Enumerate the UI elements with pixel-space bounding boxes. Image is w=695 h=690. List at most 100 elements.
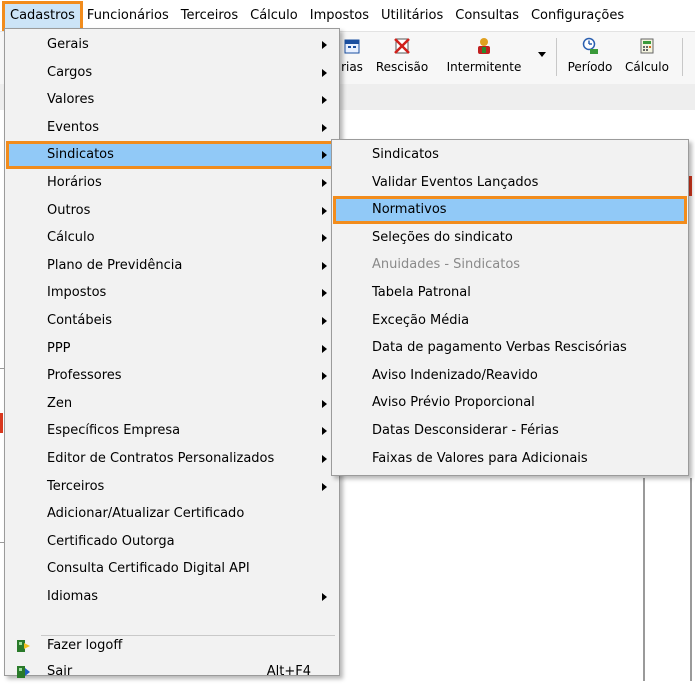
chevron-right-icon (322, 41, 327, 49)
menu-item-label: Editor de Contratos Personalizados (47, 451, 275, 466)
toolbar-separator (682, 38, 683, 76)
submenu-item-label: Aviso Prévio Proporcional (372, 395, 535, 411)
menu-item-valores[interactable]: Valores (7, 87, 337, 113)
submenu-item-datas-desconsiderar-ferias[interactable]: Datas Desconsiderar - Férias (334, 418, 686, 444)
menu-impostos[interactable]: Impostos (304, 3, 375, 29)
submenu-item-label: Validar Eventos Lançados (372, 174, 539, 190)
submenu-item-data-de-pagamento-verbas-rescisorias[interactable]: Data de pagamento Verbas Rescisórias (334, 335, 686, 361)
menu-item-label: Específicos Empresa (47, 423, 181, 439)
submenu-item-anuidades-sindicatos: Anuidades - Sindicatos (334, 252, 686, 278)
menu-item-eventos[interactable]: Eventos (7, 115, 337, 141)
submenu-item-label: Seleções do sindicato (372, 229, 513, 245)
menu-item-editor-de-contratos-personalizados[interactable]: Editor de Contratos Personalizados (7, 446, 337, 472)
menu-item-consulta-certificado-digital-api[interactable]: Consulta Certificado Digital API (7, 556, 337, 582)
menu-terceiros[interactable]: Terceiros (175, 3, 244, 29)
chevron-right-icon (322, 123, 327, 132)
chevron-right-icon (322, 427, 327, 436)
menu-item-label: PPP (47, 340, 71, 356)
menu-item-contabeis[interactable]: Contábeis (7, 308, 337, 334)
toolbar-separator (556, 38, 557, 76)
submenu-item-faixas-de-valores-para-adicionais[interactable]: Faixas de Valores para Adicionais (334, 446, 686, 472)
menu-item-label: Horários (47, 175, 102, 190)
toolbar-ferias-label: rias (341, 60, 363, 74)
toolbar-intermitente-button[interactable]: Intermitente (444, 34, 524, 80)
submenu-item-label: Tabela Patronal (372, 285, 471, 300)
menu-item-label: Terceiros (47, 478, 105, 494)
chevron-right-icon (322, 317, 327, 325)
submenu-item-excecao-media[interactable]: Exceção Média (334, 308, 686, 334)
toolbar-rescisao-button[interactable]: Rescisão (374, 34, 430, 80)
menu-item-zen[interactable]: Zen (7, 391, 337, 417)
menu-item-label: Zen (47, 395, 73, 411)
submenu-item-label: Data de pagamento Verbas Rescisórias (372, 340, 627, 356)
submenu-item-normativos[interactable]: Normativos (333, 196, 687, 225)
menu-item-label: Fazer logoff (47, 638, 123, 653)
menu-item-label: Eventos (47, 119, 99, 135)
submenu-item-aviso-indenizado-reavido[interactable]: Aviso Indenizado/Reavido (334, 363, 686, 389)
menu-item-label: Contábeis (47, 313, 112, 328)
menu-configuracoes[interactable]: Configurações (525, 3, 630, 29)
menu-item-label: Outros (47, 202, 91, 218)
calculator-icon (638, 37, 656, 55)
menu-item-calculo[interactable]: Cálculo (7, 225, 337, 251)
chevron-right-icon (322, 455, 327, 463)
menu-calculo[interactable]: Cálculo (244, 3, 304, 29)
menu-item-label: Valores (47, 92, 95, 108)
submenu-item-tabela-patronal[interactable]: Tabela Patronal (334, 280, 686, 306)
toolbar-calculo-label: Cálculo (625, 60, 669, 74)
menu-item-label: Consulta Certificado Digital API (47, 561, 250, 577)
submenu-item-sindicatos[interactable]: Sindicatos (334, 142, 686, 168)
background-divider (690, 478, 692, 681)
toolbar-rescisao-label: Rescisão (375, 60, 429, 74)
chevron-right-icon (322, 206, 327, 215)
menu-item-plano-de-previdencia[interactable]: Plano de Previdência (7, 253, 337, 279)
menu-item-certificado-outorga[interactable]: Certificado Outorga (7, 529, 337, 555)
submenu-item-label: Exceção Média (372, 312, 470, 328)
menu-item-label: Impostos (47, 285, 107, 301)
menu-item-gerais[interactable]: Gerais (7, 32, 337, 58)
chevron-right-icon (322, 593, 327, 601)
submenu-item-selecoes-do-sindicato[interactable]: Seleções do sindicato (334, 225, 686, 251)
chevron-right-icon (322, 289, 327, 298)
menu-item-label: Plano de Previdência (47, 257, 183, 273)
toolbar-intermitente-label: Intermitente (446, 60, 522, 74)
menu-item-idiomas[interactable]: Idiomas (7, 584, 337, 610)
toolbar-periodo-button[interactable]: Período (562, 34, 618, 80)
logoff-icon (15, 638, 31, 654)
submenu-item-aviso-previo-proporcional[interactable]: Aviso Prévio Proporcional (334, 390, 686, 416)
submenu-item-label: Datas Desconsiderar - Férias (372, 423, 559, 438)
menu-item-fazer-logoff[interactable]: Fazer logoff (7, 633, 337, 659)
menu-item-label: Sindicatos (47, 147, 114, 163)
toolbar-calculo-button[interactable]: Cálculo (620, 34, 674, 80)
background-accent (0, 413, 3, 433)
menu-utilitarios[interactable]: Utilitários (375, 3, 449, 29)
chevron-down-icon[interactable] (538, 52, 546, 57)
period-icon (581, 37, 599, 55)
menu-funcionarios[interactable]: Funcionários (81, 3, 175, 29)
toolbar-periodo-label: Período (567, 60, 613, 74)
chevron-right-icon (322, 68, 327, 77)
menu-item-impostos[interactable]: Impostos (7, 280, 337, 306)
menu-item-label: Professores (47, 368, 122, 384)
menu-consultas[interactable]: Consultas (449, 3, 525, 29)
menu-item-professores[interactable]: Professores (7, 363, 337, 389)
menu-item-terceiros[interactable]: Terceiros (7, 474, 337, 500)
menu-cadastros[interactable]: Cadastros (2, 0, 83, 31)
chevron-right-icon (322, 399, 327, 408)
chevron-right-icon (322, 482, 327, 491)
menu-item-ppp[interactable]: PPP (7, 336, 337, 362)
menu-item-label: Idiomas (47, 589, 99, 604)
menu-item-label: Certificado Outorga (47, 533, 175, 549)
menu-item-sair[interactable]: Sair Alt+F4 (7, 659, 337, 685)
submenu-item-label: Normativos (372, 202, 447, 218)
menu-item-cargos[interactable]: Cargos (7, 60, 337, 86)
menu-item-especificos-empresa[interactable]: Específicos Empresa (7, 418, 337, 444)
menu-item-adicionar-atualizar-certificado[interactable]: Adicionar/Atualizar Certificado (7, 501, 337, 527)
menu-item-sindicatos[interactable]: Sindicatos (6, 141, 338, 170)
menu-item-horarios[interactable]: Horários (7, 170, 337, 196)
menu-item-outros[interactable]: Outros (7, 198, 337, 224)
calendar-icon (343, 37, 361, 55)
submenu-item-validar-eventos-lancados[interactable]: Validar Eventos Lançados (334, 170, 686, 196)
chevron-right-icon (322, 344, 327, 353)
submenu-item-label: Aviso Indenizado/Reavido (372, 367, 538, 383)
